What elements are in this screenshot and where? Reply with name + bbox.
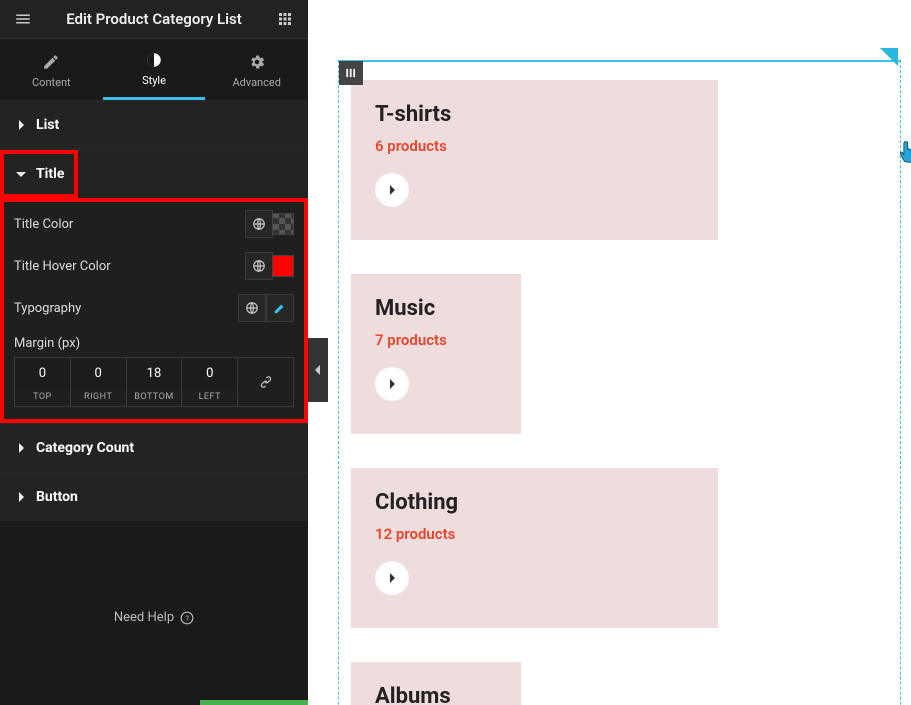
- title-hover-color-control: Title Hover Color: [14, 252, 294, 280]
- tabs: Content Style Advanced: [0, 39, 308, 100]
- control-label: Margin (px): [14, 336, 294, 351]
- accordion: List Title Title Color: [0, 100, 308, 521]
- section-title: Title Title Color Title Hover Color: [0, 149, 308, 423]
- editor-sidebar: Edit Product Category List Content Style…: [0, 0, 308, 705]
- category-title: Music: [375, 296, 497, 321]
- arrow-button[interactable]: [375, 173, 409, 207]
- control-label: Title Hover Color: [14, 259, 111, 274]
- category-grid: T-shirts 6 products Music 7 products Clo…: [351, 80, 888, 705]
- category-count: 12 products: [375, 525, 694, 543]
- chevron-down-icon: [16, 169, 26, 179]
- tab-label: Style: [142, 74, 166, 87]
- section-category-count-header[interactable]: Category Count: [0, 424, 308, 472]
- tab-advanced[interactable]: Advanced: [205, 39, 308, 100]
- color-swatch[interactable]: [272, 255, 294, 277]
- section-list-header[interactable]: List: [0, 101, 308, 149]
- category-count: 7 products: [375, 331, 497, 349]
- cursor-pointer-icon: [898, 140, 911, 168]
- preview-canvas: T-shirts 6 products Music 7 products Clo…: [308, 0, 911, 705]
- margin-top-input[interactable]: 0: [15, 358, 70, 388]
- title-color-control: Title Color: [14, 210, 294, 238]
- chevron-right-icon: [16, 492, 26, 502]
- globe-icon[interactable]: [238, 294, 266, 322]
- margin-bottom-input[interactable]: 18: [127, 358, 182, 388]
- color-swatch[interactable]: [272, 213, 294, 235]
- category-card[interactable]: Albums 4 products: [351, 662, 521, 705]
- apps-icon[interactable]: [276, 10, 294, 28]
- section-category-count: Category Count: [0, 423, 308, 472]
- category-title: Clothing: [375, 490, 694, 515]
- margin-control: Margin (px) 0 TOP 0 RIGHT 18 BOTTOM: [14, 336, 294, 407]
- help-link[interactable]: Need Help ?: [0, 610, 308, 625]
- section-label: Button: [36, 489, 78, 505]
- menu-icon[interactable]: [14, 10, 32, 28]
- tab-label: Content: [32, 76, 71, 89]
- category-card[interactable]: Music 7 products: [351, 274, 521, 434]
- tab-content[interactable]: Content: [0, 39, 103, 100]
- tab-style[interactable]: Style: [103, 39, 206, 100]
- edit-icon[interactable]: [266, 294, 294, 322]
- section-button: Button: [0, 472, 308, 521]
- widget-outline[interactable]: T-shirts 6 products Music 7 products Clo…: [338, 60, 901, 705]
- section-label: Title: [36, 166, 64, 182]
- chevron-right-icon: [16, 120, 26, 130]
- category-count: 6 products: [375, 137, 694, 155]
- category-card[interactable]: T-shirts 6 products: [351, 80, 718, 240]
- margin-right-input[interactable]: 0: [71, 358, 126, 388]
- panel-title: Edit Product Category List: [66, 10, 242, 28]
- chevron-right-icon: [16, 443, 26, 453]
- section-label: List: [36, 117, 59, 133]
- margin-inputs: 0 TOP 0 RIGHT 18 BOTTOM 0: [14, 357, 294, 407]
- margin-left-input[interactable]: 0: [182, 358, 237, 388]
- tab-label: Advanced: [232, 76, 280, 89]
- link-values-icon[interactable]: [238, 358, 293, 406]
- category-title: T-shirts: [375, 102, 694, 127]
- globe-icon[interactable]: [245, 252, 273, 280]
- category-card[interactable]: Clothing 12 products: [351, 468, 718, 628]
- section-label: Category Count: [36, 440, 134, 456]
- category-title: Albums: [375, 684, 497, 705]
- arrow-button[interactable]: [375, 561, 409, 595]
- section-title-body: Title Color Title Hover Color: [0, 198, 308, 423]
- typography-control: Typography: [14, 294, 294, 322]
- section-title-header[interactable]: Title: [0, 150, 308, 198]
- collapse-panel-button[interactable]: [308, 338, 328, 402]
- control-label: Title Color: [14, 217, 73, 232]
- section-list: List: [0, 100, 308, 149]
- panel-header: Edit Product Category List: [0, 0, 308, 39]
- help-icon: ?: [180, 611, 194, 625]
- plus-icon[interactable]: [880, 48, 900, 68]
- edit-widget-icon[interactable]: [339, 61, 363, 85]
- section-button-header[interactable]: Button: [0, 473, 308, 521]
- globe-icon[interactable]: [245, 210, 273, 238]
- control-label: Typography: [14, 301, 81, 316]
- arrow-button[interactable]: [375, 367, 409, 401]
- svg-text:?: ?: [185, 613, 189, 622]
